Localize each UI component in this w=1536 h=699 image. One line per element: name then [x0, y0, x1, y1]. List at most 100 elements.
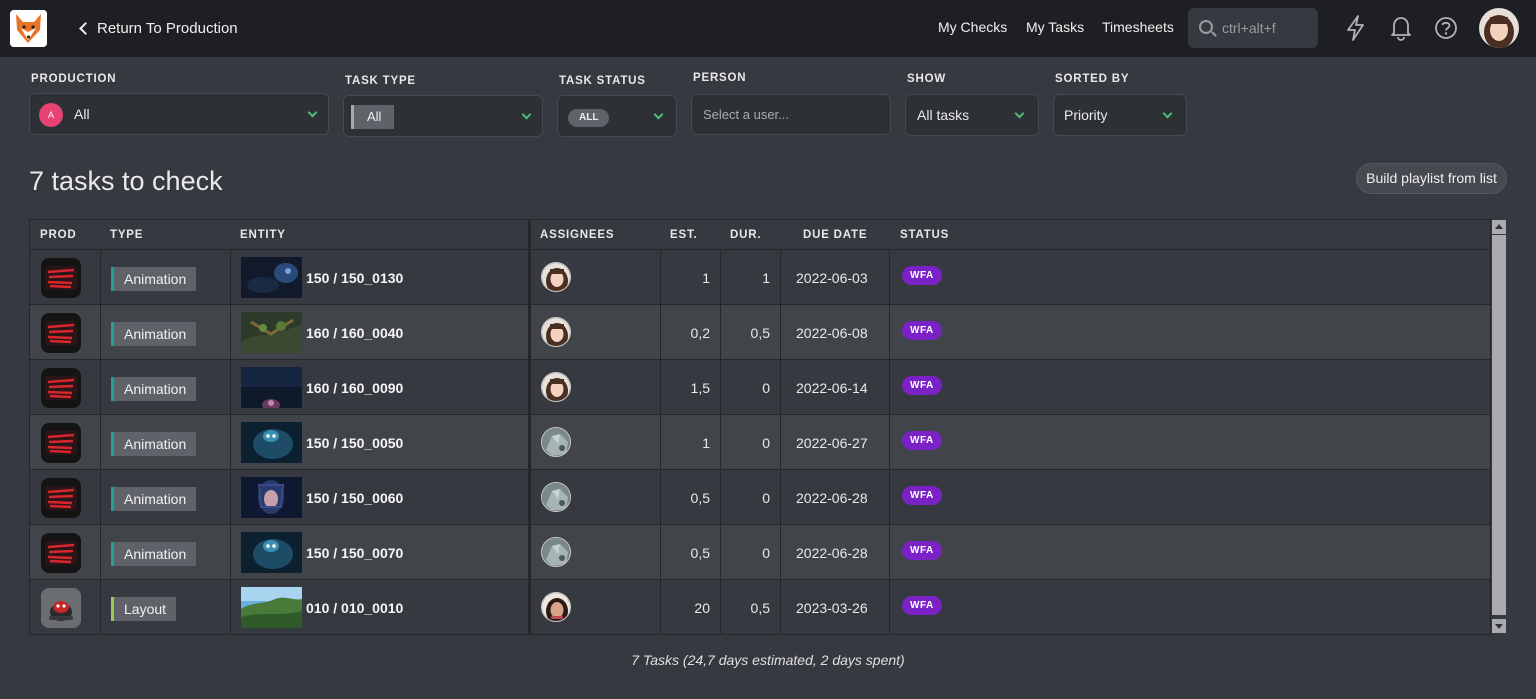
column-divider — [100, 360, 101, 414]
nav-timesheets[interactable]: Timesheets — [1102, 19, 1174, 35]
column-divider — [528, 580, 531, 634]
entity-thumbnail[interactable] — [241, 477, 302, 518]
column-header-due-date[interactable]: DUE DATE — [803, 229, 867, 241]
assignee-avatar[interactable] — [541, 317, 571, 347]
person-input[interactable] — [691, 94, 891, 135]
column-divider — [230, 470, 231, 524]
chevron-down-icon — [521, 109, 532, 120]
production-thumbnail[interactable] — [41, 258, 81, 298]
entity-name[interactable]: 150 / 150_0070 — [306, 545, 403, 561]
task-type-value: All — [351, 105, 395, 129]
task-status-filter-label: TASK STATUS — [559, 75, 646, 87]
entity-thumbnail[interactable] — [241, 587, 302, 628]
task-type-tag[interactable]: Animation — [111, 267, 197, 291]
scrollbar-thumb[interactable] — [1492, 235, 1506, 615]
entity-name[interactable]: 150 / 150_0050 — [306, 435, 403, 451]
entity-name[interactable]: 010 / 010_0010 — [306, 600, 403, 616]
status-badge[interactable]: WFA — [902, 541, 942, 560]
entity-name[interactable]: 160 / 160_0040 — [306, 325, 403, 341]
assignee-avatar[interactable] — [541, 262, 571, 292]
assignee-avatar[interactable] — [541, 592, 571, 622]
show-select[interactable]: All tasks — [905, 94, 1039, 136]
column-divider — [100, 305, 101, 359]
production-thumbnail[interactable] — [41, 423, 81, 463]
task-type-tag[interactable]: Animation — [111, 322, 197, 346]
entity-thumbnail[interactable] — [241, 257, 302, 298]
nav-my-checks[interactable]: My Checks — [938, 19, 1007, 35]
scroll-down-button[interactable] — [1492, 619, 1506, 633]
status-badge[interactable]: WFA — [902, 486, 942, 505]
scroll-up-button[interactable] — [1492, 220, 1506, 234]
column-divider — [528, 415, 531, 469]
production-thumbnail[interactable] — [41, 588, 81, 628]
column-divider — [889, 470, 890, 524]
search-input[interactable] — [1222, 18, 1312, 38]
production-value: All — [74, 106, 90, 122]
entity-name[interactable]: 150 / 150_0060 — [306, 490, 403, 506]
assignee-avatar[interactable] — [541, 372, 571, 402]
production-select[interactable]: A All — [29, 93, 329, 135]
assignee-avatar[interactable] — [541, 482, 571, 512]
estimate-value: 1,5 — [690, 380, 710, 396]
production-thumbnail[interactable] — [41, 313, 81, 353]
entity-thumbnail[interactable] — [241, 312, 302, 353]
help-icon[interactable] — [1433, 14, 1459, 42]
entity-thumbnail[interactable] — [241, 422, 302, 463]
lightning-icon[interactable] — [1343, 14, 1369, 42]
entity-thumbnail[interactable] — [241, 367, 302, 408]
entity-name[interactable]: 150 / 150_0130 — [306, 270, 403, 286]
column-header-status[interactable]: STATUS — [900, 229, 949, 241]
task-type-tag[interactable]: Animation — [111, 432, 197, 456]
sorted-by-value: Priority — [1064, 107, 1108, 123]
status-badge[interactable]: WFA — [902, 376, 942, 395]
assignee-avatar[interactable] — [541, 537, 571, 567]
chevron-down-icon — [1014, 108, 1025, 119]
entity-thumbnail[interactable] — [241, 532, 302, 573]
production-thumbnail[interactable] — [41, 533, 81, 573]
return-to-production-link[interactable]: Return To Production — [78, 17, 238, 39]
entity-name[interactable]: 160 / 160_0090 — [306, 380, 403, 396]
task-type-tag[interactable]: Layout — [111, 597, 177, 621]
global-search[interactable] — [1188, 8, 1318, 48]
table-row[interactable]: Animation 160 / 160_0090 1,5 0 2022-06-14 WFA — [30, 360, 1490, 415]
column-header-type[interactable]: TYPE — [110, 229, 143, 241]
status-badge[interactable]: WFA — [902, 266, 942, 285]
column-divider — [528, 360, 531, 414]
table-row[interactable]: Animation 160 / 160_0040 0,2 0,5 2022-06-08 W… — [30, 305, 1490, 360]
column-header-assignees[interactable]: ASSIGNEES — [540, 229, 614, 241]
status-badge[interactable]: WFA — [902, 321, 942, 340]
column-divider — [889, 580, 890, 634]
duration-value: 1 — [762, 270, 770, 286]
show-filter-label: SHOW — [907, 73, 946, 85]
status-badge[interactable]: WFA — [902, 431, 942, 450]
column-divider — [660, 580, 661, 634]
page-title: 7 tasks to check — [29, 166, 223, 196]
column-header-prod[interactable]: PROD — [40, 229, 76, 241]
assignee-avatar[interactable] — [541, 427, 571, 457]
task-type-tag[interactable]: Animation — [111, 487, 197, 511]
table-row[interactable]: Layout 010 / 010_0010 20 0,5 2023-03-26 WFA — [30, 580, 1490, 635]
task-type-tag[interactable]: Animation — [111, 377, 197, 401]
task-type-tag[interactable]: Animation — [111, 542, 197, 566]
nav-my-tasks[interactable]: My Tasks — [1026, 19, 1084, 35]
task-table: PROD TYPE ENTITY ASSIGNEES EST. DUR. DUE… — [29, 219, 1491, 635]
table-row[interactable]: Animation 150 / 150_0060 0,5 0 2022-06-28 WFA — [30, 470, 1490, 525]
bell-icon[interactable] — [1388, 14, 1414, 42]
sorted-by-select[interactable]: Priority — [1053, 94, 1187, 136]
table-row[interactable]: Animation 150 / 150_0070 0,5 0 2022-06-28 WFA — [30, 525, 1490, 580]
status-badge[interactable]: WFA — [902, 596, 942, 615]
column-divider — [100, 250, 101, 304]
build-playlist-button[interactable]: Build playlist from list — [1356, 163, 1507, 194]
production-thumbnail[interactable] — [41, 478, 81, 518]
task-status-select[interactable]: ALL — [557, 95, 677, 137]
user-avatar[interactable] — [1479, 8, 1519, 48]
column-divider — [528, 250, 531, 304]
table-row[interactable]: Animation 150 / 150_0130 1 1 2022-06-03 WFA — [30, 250, 1490, 305]
column-header-est[interactable]: EST. — [670, 229, 698, 241]
column-header-dur[interactable]: DUR. — [730, 229, 761, 241]
production-thumbnail[interactable] — [41, 368, 81, 408]
table-row[interactable]: Animation 150 / 150_0050 1 0 2022-06-27 WFA — [30, 415, 1490, 470]
column-header-entity[interactable]: ENTITY — [240, 229, 286, 241]
task-type-select[interactable]: All — [343, 95, 543, 137]
kitsu-logo[interactable] — [10, 10, 47, 47]
